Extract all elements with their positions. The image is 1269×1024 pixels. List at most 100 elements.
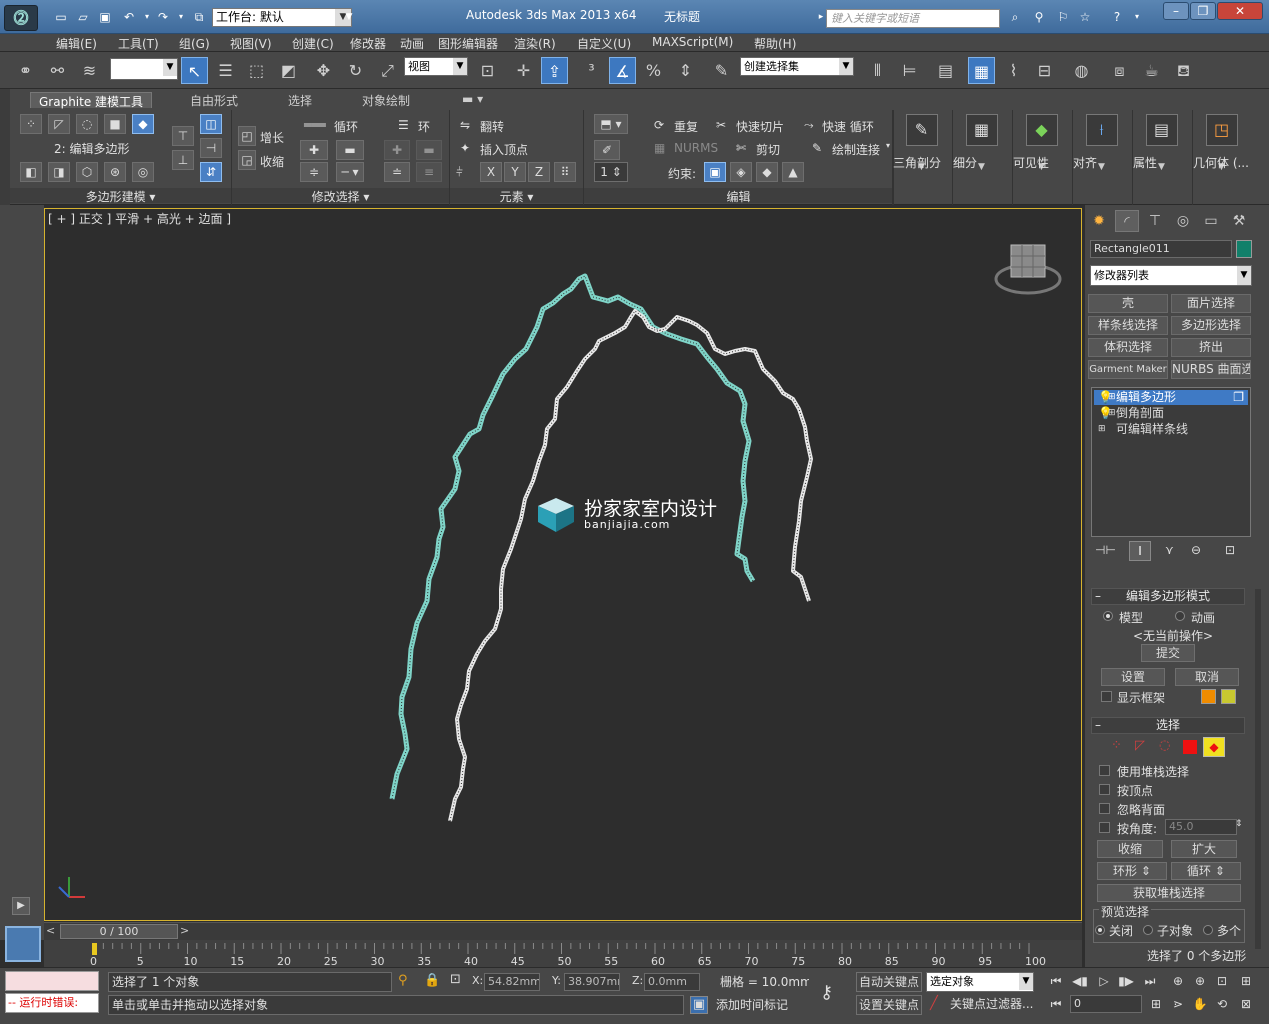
favorites-star-icon[interactable]: ☆ bbox=[1076, 9, 1094, 25]
new-file-icon[interactable]: ▭ bbox=[52, 9, 70, 25]
selection-shrink-button[interactable]: 收缩 bbox=[1097, 840, 1163, 858]
selection-grow-button[interactable]: 扩大 bbox=[1171, 840, 1237, 858]
preview-multi-radio[interactable] bbox=[1203, 925, 1213, 935]
collapse-stack-icon[interactable]: ⊤ bbox=[172, 126, 194, 146]
nurms-button[interactable]: NURMS bbox=[674, 141, 718, 155]
panel-label[interactable]: 修改选择 ▾ bbox=[232, 188, 449, 204]
help-icon[interactable]: ? bbox=[1108, 9, 1126, 25]
pan-icon[interactable]: ✋ bbox=[1190, 995, 1210, 1013]
preview-subobj-radio[interactable] bbox=[1143, 925, 1153, 935]
select-and-link-icon[interactable]: ⚭ bbox=[12, 57, 39, 84]
project-folder-icon[interactable]: ⧉ bbox=[190, 9, 208, 25]
spinner-arrows-icon[interactable]: ⇕ bbox=[1235, 819, 1243, 829]
axis-z-button[interactable]: Z bbox=[528, 162, 550, 182]
polygon-subobj-icon[interactable] bbox=[1183, 740, 1197, 754]
loop-options-icon[interactable]: ─ ▾ bbox=[336, 162, 364, 182]
reference-coordinate-dropdown[interactable]: 视图 ▼ bbox=[404, 57, 468, 76]
properties-button[interactable]: ▤ 属性 ▼ bbox=[1132, 110, 1190, 205]
current-frame-field[interactable]: 0 bbox=[1070, 995, 1142, 1013]
animate-radio[interactable] bbox=[1175, 611, 1185, 621]
element-mode-icon[interactable]: ◆ bbox=[132, 114, 154, 134]
cage-color-swatch-1[interactable] bbox=[1201, 689, 1216, 704]
menu-maxscript[interactable]: MAXScript(M) bbox=[652, 35, 733, 49]
edit-spinner[interactable]: 1 ⇕ bbox=[594, 162, 628, 182]
expand-track-bar-icon[interactable]: ▶ bbox=[12, 897, 30, 915]
orbit-icon[interactable]: ⟲ bbox=[1212, 995, 1232, 1013]
mini-listener-icon[interactable] bbox=[5, 926, 41, 962]
triangulate-button[interactable]: ✎ 三角剖分 ▼ bbox=[892, 110, 950, 205]
subscription-key-icon[interactable]: ⚲ bbox=[1030, 9, 1048, 25]
prev-frame-icon[interactable]: ◀▮ bbox=[1070, 972, 1090, 990]
edge-subobj-icon[interactable]: ◸ bbox=[1135, 738, 1145, 753]
utilities-tab-icon[interactable]: ⚒ bbox=[1227, 210, 1251, 232]
render-production-icon[interactable]: ⛾ bbox=[1170, 57, 1197, 84]
use-soft-selection-icon[interactable]: ◫ bbox=[200, 114, 222, 134]
zoom-extents-all-icon[interactable]: ⊞ bbox=[1236, 972, 1256, 990]
repeat-last-icon[interactable]: ⊥ bbox=[172, 150, 194, 170]
show-end-result-icon[interactable]: ⊛ bbox=[104, 162, 126, 182]
close-button[interactable]: ✕ bbox=[1217, 2, 1263, 20]
create-tab-icon[interactable]: ✹ bbox=[1087, 210, 1111, 232]
time-prev-arrow-icon[interactable]: < bbox=[46, 924, 55, 937]
menu-edit[interactable]: 编辑(E) bbox=[56, 35, 97, 52]
runtime-error-field[interactable]: -- 运行时错误: bbox=[5, 993, 99, 1013]
time-next-arrow-icon[interactable]: > bbox=[180, 924, 189, 937]
menu-rendering[interactable]: 渲染(R) bbox=[514, 35, 556, 52]
render-setup-icon[interactable]: ⧈ bbox=[1106, 57, 1133, 84]
spline-select-button[interactable]: 样条线选择 bbox=[1088, 316, 1168, 335]
get-stack-selection-button[interactable]: 获取堆栈选择 bbox=[1097, 884, 1241, 902]
loop-mode-icon[interactable]: ≑ bbox=[300, 162, 328, 182]
workspace-dropdown[interactable]: 工作台: 默认 ▼ bbox=[212, 8, 352, 27]
settings-button[interactable]: 设置 bbox=[1101, 668, 1165, 686]
vertex-mode-icon[interactable]: ⁘ bbox=[20, 114, 42, 134]
auto-key-button[interactable]: 自动关键点 bbox=[856, 972, 922, 992]
command-panel-scrollbar[interactable] bbox=[1255, 589, 1261, 949]
edit-named-selection-icon[interactable]: ✎ bbox=[708, 57, 735, 84]
align-icon[interactable]: ⊨ bbox=[896, 57, 923, 84]
stack-item-edit-poly[interactable]: 💡 ⊞ 编辑多边形 ❐ bbox=[1094, 390, 1248, 405]
angle-snap-icon[interactable]: ∡ bbox=[609, 57, 636, 84]
snaps-toggle-icon[interactable]: ³ bbox=[578, 57, 605, 84]
quick-loop-button[interactable]: 快速 循环 bbox=[822, 118, 874, 135]
ring-button[interactable]: 环形 ⇕ bbox=[1097, 862, 1167, 880]
menu-views[interactable]: 视图(V) bbox=[230, 35, 272, 52]
paint-connect-dropdown-icon[interactable]: ▾ bbox=[886, 141, 890, 150]
panel-label[interactable]: 编辑 bbox=[584, 188, 893, 204]
loop-button[interactable]: 循环 bbox=[334, 118, 358, 135]
bind-space-warp-icon[interactable]: ≋ bbox=[76, 57, 103, 84]
menu-tools[interactable]: 工具(T) bbox=[118, 35, 159, 52]
preserve-uvs-icon[interactable]: ⬡ bbox=[76, 162, 98, 182]
quick-access-dropdown-icon[interactable]: ▼ bbox=[340, 9, 358, 25]
communication-icon[interactable]: ⚐ bbox=[1054, 9, 1072, 25]
shrink-button[interactable]: 收缩 bbox=[260, 153, 284, 170]
redo-dropdown-icon[interactable]: ▾ bbox=[172, 9, 190, 25]
by-vertex-checkbox[interactable] bbox=[1099, 784, 1110, 795]
menu-create[interactable]: 创建(C) bbox=[292, 35, 334, 52]
cut-button[interactable]: 剪切 bbox=[756, 141, 780, 158]
search-input[interactable]: 键入关键字或短语 bbox=[826, 9, 1000, 28]
move-icon[interactable]: ✥ bbox=[310, 57, 337, 84]
remove-modifier-icon[interactable]: ⊖ bbox=[1191, 543, 1201, 557]
time-slider[interactable]: < 0 / 100 > bbox=[44, 922, 1082, 940]
rendered-frame-window-icon[interactable]: ☕ bbox=[1138, 57, 1165, 84]
percent-snap-icon[interactable]: % bbox=[640, 57, 667, 84]
stack-item-editable-spline[interactable]: ⊞ 可编辑样条线 bbox=[1094, 422, 1248, 437]
expand-plus-icon[interactable]: ⊞ bbox=[1108, 390, 1116, 405]
by-angle-checkbox[interactable] bbox=[1099, 822, 1110, 833]
tab-object-paint[interactable]: 对象绘制 bbox=[354, 92, 418, 108]
absolute-transform-icon[interactable]: ⊡ bbox=[450, 972, 461, 987]
zoom-extents-icon[interactable]: ⊡ bbox=[1212, 972, 1232, 990]
viewport-label[interactable]: [ + ] 正交 ] 平滑 + 高光 + 边面 ] bbox=[48, 210, 231, 227]
element-options-icon[interactable]: ⠿ bbox=[554, 162, 576, 182]
shell-button[interactable]: 壳 bbox=[1088, 294, 1168, 313]
model-radio[interactable] bbox=[1103, 611, 1113, 621]
isolate-selection-icon[interactable]: ⚲ bbox=[398, 973, 408, 988]
modify-tab-icon[interactable]: ◜ bbox=[1115, 210, 1139, 232]
schematic-view-icon[interactable]: ⊟ bbox=[1031, 57, 1058, 84]
configure-modifier-sets-icon[interactable]: ⊡ bbox=[1225, 543, 1235, 557]
ring-options-icon[interactable]: ≡ bbox=[416, 162, 442, 182]
smooth-icon[interactable]: ◎ bbox=[132, 162, 154, 182]
panel-label[interactable]: 多边形建模 ▾ bbox=[10, 188, 231, 204]
z-coord-field[interactable]: 0.0mm bbox=[644, 973, 700, 991]
poly-select-button[interactable]: 多边形选择 bbox=[1171, 316, 1251, 335]
